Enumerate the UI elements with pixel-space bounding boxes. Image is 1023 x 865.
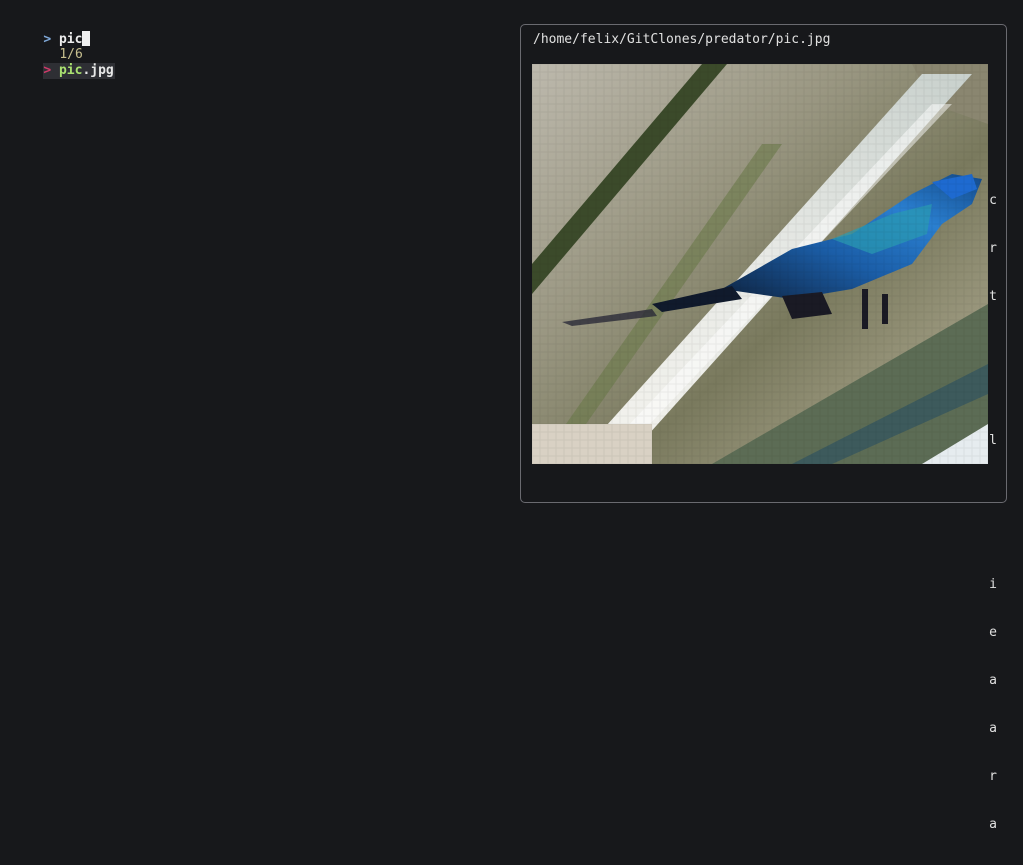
preview-image [532,64,988,464]
query-line[interactable]: > pic [12,15,492,47]
result-list: > pic.jpg [12,47,492,79]
preview-file-path: /home/felix/GitClones/predator/pic.jpg [533,32,831,47]
result-item-selected[interactable]: > pic.jpg [43,63,115,79]
result-match-text: pic [58,63,83,78]
image-edge-artifacts: c r t ​ ​ l ​ ​ i e a a r a [989,193,997,832]
match-count-line: 1/6 [12,31,492,62]
selection-pointer: > [43,63,52,78]
preview-pane: /home/felix/GitClones/predator/pic.jpg c… [520,24,1007,832]
fuzzy-finder: > pic 1/6 > pic.jpg [12,15,492,79]
bird-image [532,64,988,464]
result-rest-text: .jpg [82,63,114,78]
